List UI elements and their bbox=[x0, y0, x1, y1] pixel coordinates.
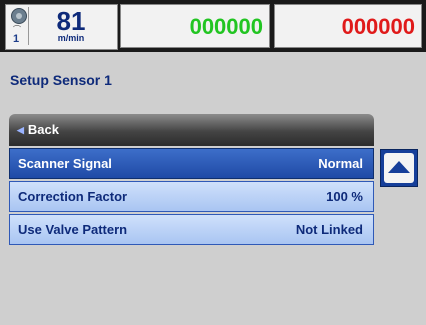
scroll-up-face bbox=[384, 153, 414, 183]
setting-row-use-valve-pattern[interactable]: Use Valve Pattern Not Linked bbox=[9, 214, 374, 245]
scroll-up-button[interactable] bbox=[380, 149, 418, 187]
speed-panel: ⌒ 1 81 m/min bbox=[5, 4, 118, 50]
status-header: ⌒ 1 81 m/min 000000 000000 bbox=[0, 0, 426, 52]
bad-counter: 000000 bbox=[274, 4, 422, 48]
setting-row-correction-factor[interactable]: Correction Factor 100 % bbox=[9, 181, 374, 212]
setting-value: Normal bbox=[318, 156, 363, 171]
setting-label: Scanner Signal bbox=[18, 156, 112, 171]
speed-unit: m/min bbox=[57, 33, 85, 43]
setting-value: Not Linked bbox=[295, 222, 363, 237]
setting-label: Use Valve Pattern bbox=[18, 222, 128, 237]
back-button[interactable]: ◀ Back bbox=[9, 114, 374, 146]
setting-value: 100 % bbox=[326, 189, 363, 204]
sensor-number: 1 bbox=[13, 33, 20, 45]
good-counter: 000000 bbox=[120, 4, 270, 48]
sensor-dot bbox=[11, 8, 27, 24]
speed-value: 81 bbox=[56, 6, 86, 36]
sensor-icon: ⌒ 1 bbox=[8, 7, 29, 45]
setting-row-scanner-signal[interactable]: Scanner Signal Normal bbox=[9, 148, 374, 179]
screen: ⌒ 1 81 m/min 000000 000000 Setup Sensor … bbox=[0, 0, 426, 325]
back-label: Back bbox=[27, 122, 59, 137]
page-title: Setup Sensor 1 bbox=[10, 72, 112, 88]
chevron-left-icon: ◀ bbox=[17, 125, 24, 135]
settings-list: Scanner Signal Normal Correction Factor … bbox=[9, 148, 374, 247]
setting-label: Correction Factor bbox=[18, 189, 128, 204]
arrow-up-icon bbox=[388, 161, 410, 173]
